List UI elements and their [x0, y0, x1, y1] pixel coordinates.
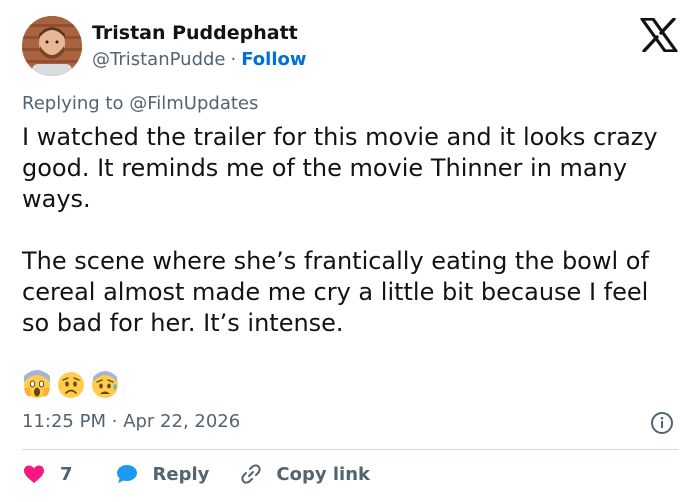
tweet-text: I watched the trailer for this movie and… [22, 122, 682, 339]
like-button[interactable]: 7 [22, 462, 115, 486]
author-handle[interactable]: @TristanPudde [92, 49, 226, 70]
tweet-date: Apr 22, 2026 [123, 411, 241, 432]
reply-bubble-icon [115, 462, 139, 486]
copy-link-label: Copy link [276, 463, 370, 485]
tweet-card: Tristan Puddephatt @TristanPudde · Follow … [0, 0, 700, 502]
anxious-face-with-sweat-icon [90, 370, 120, 400]
screaming-face-icon [22, 370, 52, 400]
x-logo-icon[interactable] [640, 18, 678, 52]
avatar-image [22, 16, 82, 76]
replying-mention[interactable]: @FilmUpdates [129, 93, 258, 114]
heart-icon [22, 462, 46, 486]
separator: · [230, 49, 237, 70]
reply-label: Reply [152, 463, 210, 485]
action-bar: 7 Reply Copy link [22, 459, 370, 489]
link-icon [239, 462, 263, 486]
avatar[interactable] [22, 16, 82, 76]
replying-to: Replying to @FilmUpdates [22, 93, 258, 114]
emoji-row [22, 370, 124, 400]
divider [22, 449, 678, 450]
copy-link-button[interactable]: Copy link [239, 462, 370, 486]
tweet-timestamp[interactable]: 11:25 PM · Apr 22, 2026 [22, 411, 240, 432]
author-name[interactable]: Tristan Puddephatt [92, 22, 298, 44]
worried-face-icon [56, 370, 86, 400]
author-handle-line: @TristanPudde · Follow [92, 49, 307, 70]
info-icon[interactable] [650, 411, 674, 435]
follow-button[interactable]: Follow [241, 49, 306, 70]
like-count: 7 [60, 463, 73, 485]
replying-prefix: Replying to [22, 93, 124, 114]
tweet-paragraph-1: I watched the trailer for this movie and… [22, 123, 658, 213]
reply-button[interactable]: Reply [115, 462, 240, 486]
timestamp-separator: · [111, 411, 118, 432]
tweet-time: 11:25 PM [22, 411, 106, 432]
tweet-paragraph-2: The scene where she’s frantically eating… [22, 247, 649, 337]
